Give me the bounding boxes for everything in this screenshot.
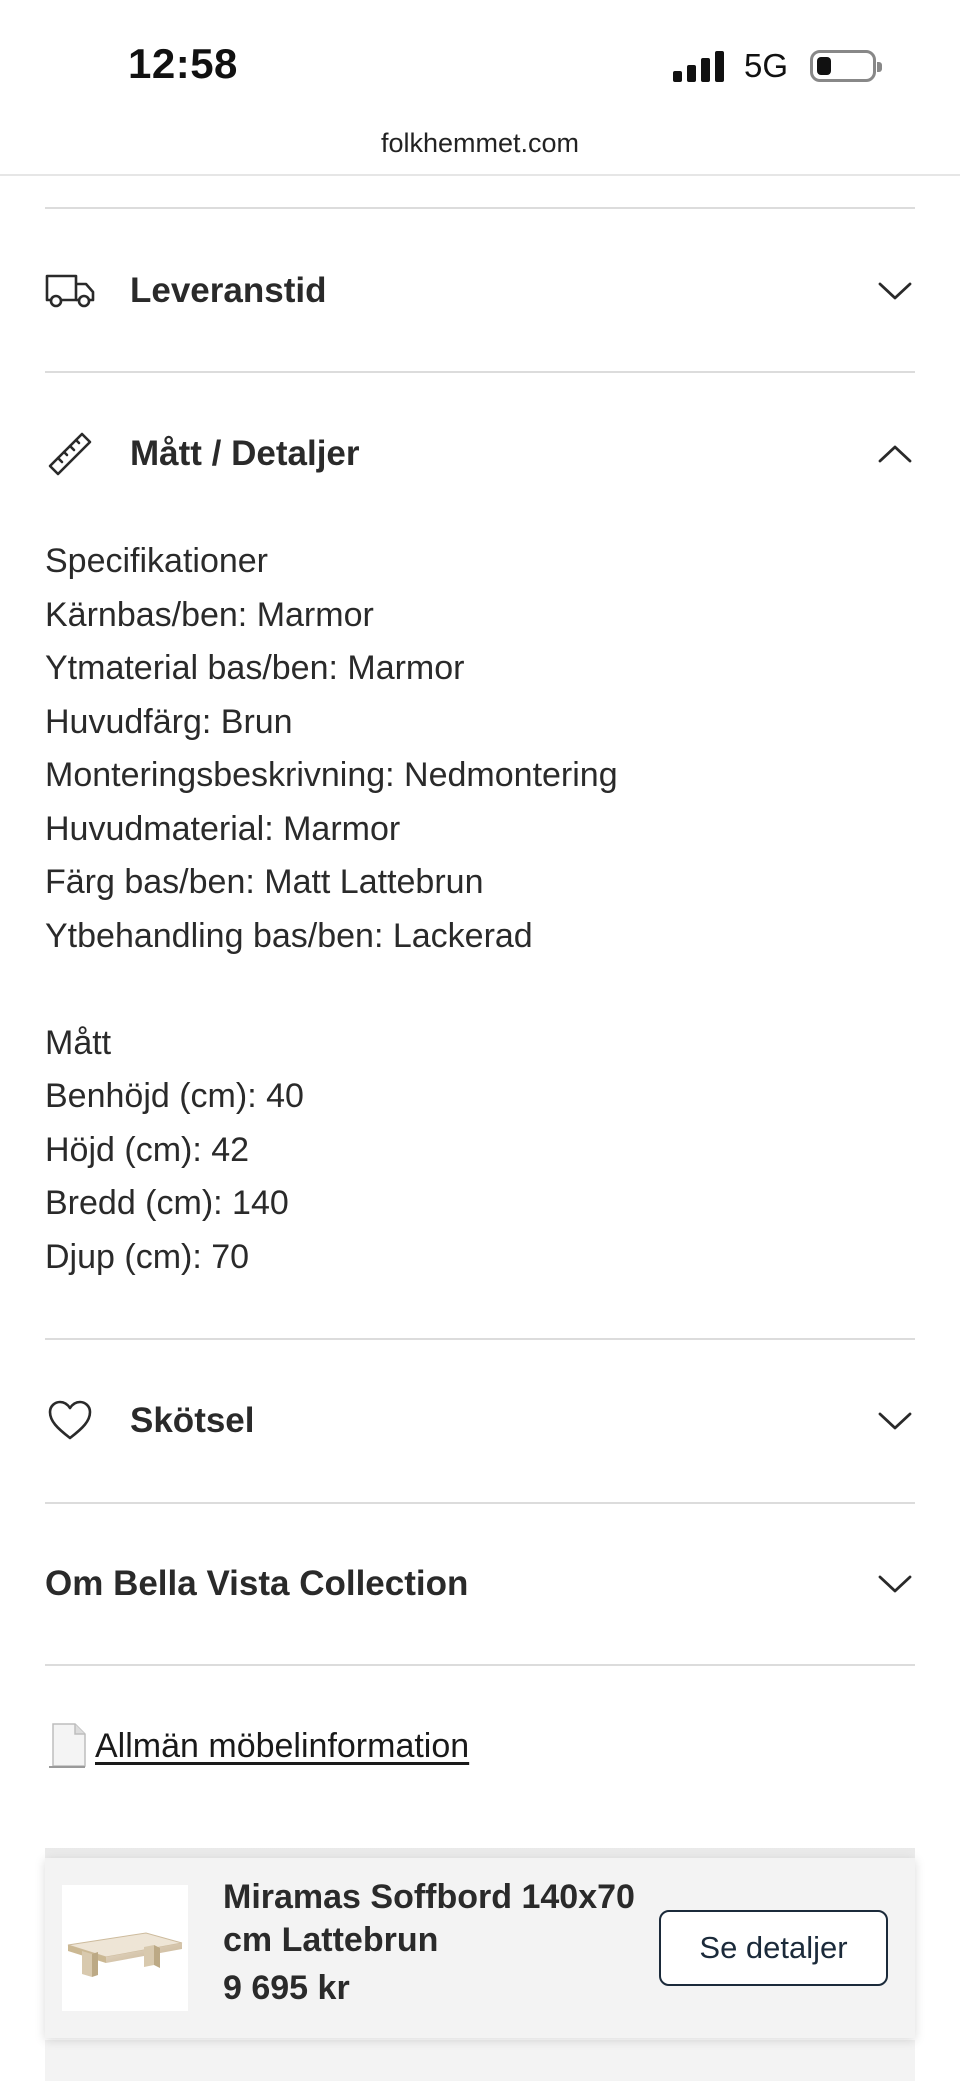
furniture-info-label[interactable]: Allmän möbelinformation — [95, 1727, 469, 1766]
spec-line: Monteringsbeskrivning: Nedmontering — [45, 756, 618, 794]
signal-icon — [672, 50, 724, 82]
accordion-about[interactable]: Om Bella Vista Collection — [45, 1536, 915, 1632]
product-price: 9 695 kr — [223, 1969, 350, 2007]
spec-line: Kärnbas/ben: Marmor — [45, 595, 374, 634]
truck-icon — [45, 266, 95, 316]
furniture-info-link[interactable]: Allmän möbelinformation — [45, 1718, 469, 1774]
network-label: 5G — [743, 47, 788, 84]
chevron-down-icon — [875, 1401, 915, 1441]
accordion-delivery[interactable]: Leveranstid — [45, 243, 915, 339]
spec-line: Ytmaterial bas/ben: Marmor — [45, 649, 465, 687]
url-text: folkhemmet.com — [380, 128, 580, 158]
dim-line: Benhöjd (cm): 40 — [45, 1077, 304, 1115]
accordion-title: Om Bella Vista Collection — [45, 1564, 469, 1603]
spec-line: Huvudfärg: Brun — [45, 702, 293, 741]
dim-line: Höjd (cm): 42 — [45, 1130, 250, 1169]
product-name: Miramas Soffbord 140x70 cm Lattebrun — [223, 1878, 635, 1959]
sticky-product-bar: Miramas Soffbord 140x70 cm Lattebrun 9 6… — [45, 1858, 915, 2038]
divider — [45, 1502, 915, 1504]
spec-line: Ytbehandling bas/ben: Lackerad — [45, 916, 533, 955]
sticky-bar-extension — [45, 2040, 915, 2081]
details-panel: Specifikationer Kärnbas/ben: Marmor Ytma… — [45, 535, 915, 1284]
chevron-up-icon — [875, 434, 915, 474]
dim-line: Bredd (cm): 140 — [45, 1184, 289, 1222]
divider — [45, 1664, 915, 1666]
accordion-dimensions[interactable]: Mått / Detaljer — [45, 406, 915, 502]
spec-line: Huvudmaterial: Marmor — [45, 809, 401, 848]
product-thumbnail[interactable] — [62, 1885, 188, 2011]
url-bar[interactable]: folkhemmet.com — [0, 128, 960, 176]
dims-heading: Mått — [45, 1023, 112, 1062]
status-icons: 5G — [672, 46, 882, 86]
accordion-care[interactable]: Skötsel — [45, 1373, 915, 1469]
chevron-down-icon — [875, 1564, 915, 1604]
accordion-title: Leveranstid — [130, 271, 327, 310]
battery-icon — [810, 50, 882, 82]
clock: 12:58 — [128, 40, 238, 87]
accordion-title: Skötsel — [130, 1401, 255, 1440]
divider — [45, 1338, 915, 1340]
dim-line: Djup (cm): 70 — [45, 1237, 250, 1276]
spec-line: Färg bas/ben: Matt Lattebrun — [45, 863, 484, 901]
spec-heading: Specifikationer — [45, 542, 269, 580]
status-bar: 12:58 5G — [0, 0, 960, 128]
ruler-icon — [45, 429, 95, 479]
divider — [45, 371, 915, 373]
accordion-title: Mått / Detaljer — [130, 434, 360, 473]
chevron-down-icon — [875, 271, 915, 311]
document-icon — [45, 1722, 89, 1770]
heart-icon — [45, 1396, 95, 1446]
see-details-button[interactable]: Se detaljer — [659, 1910, 888, 1986]
divider — [45, 207, 915, 209]
